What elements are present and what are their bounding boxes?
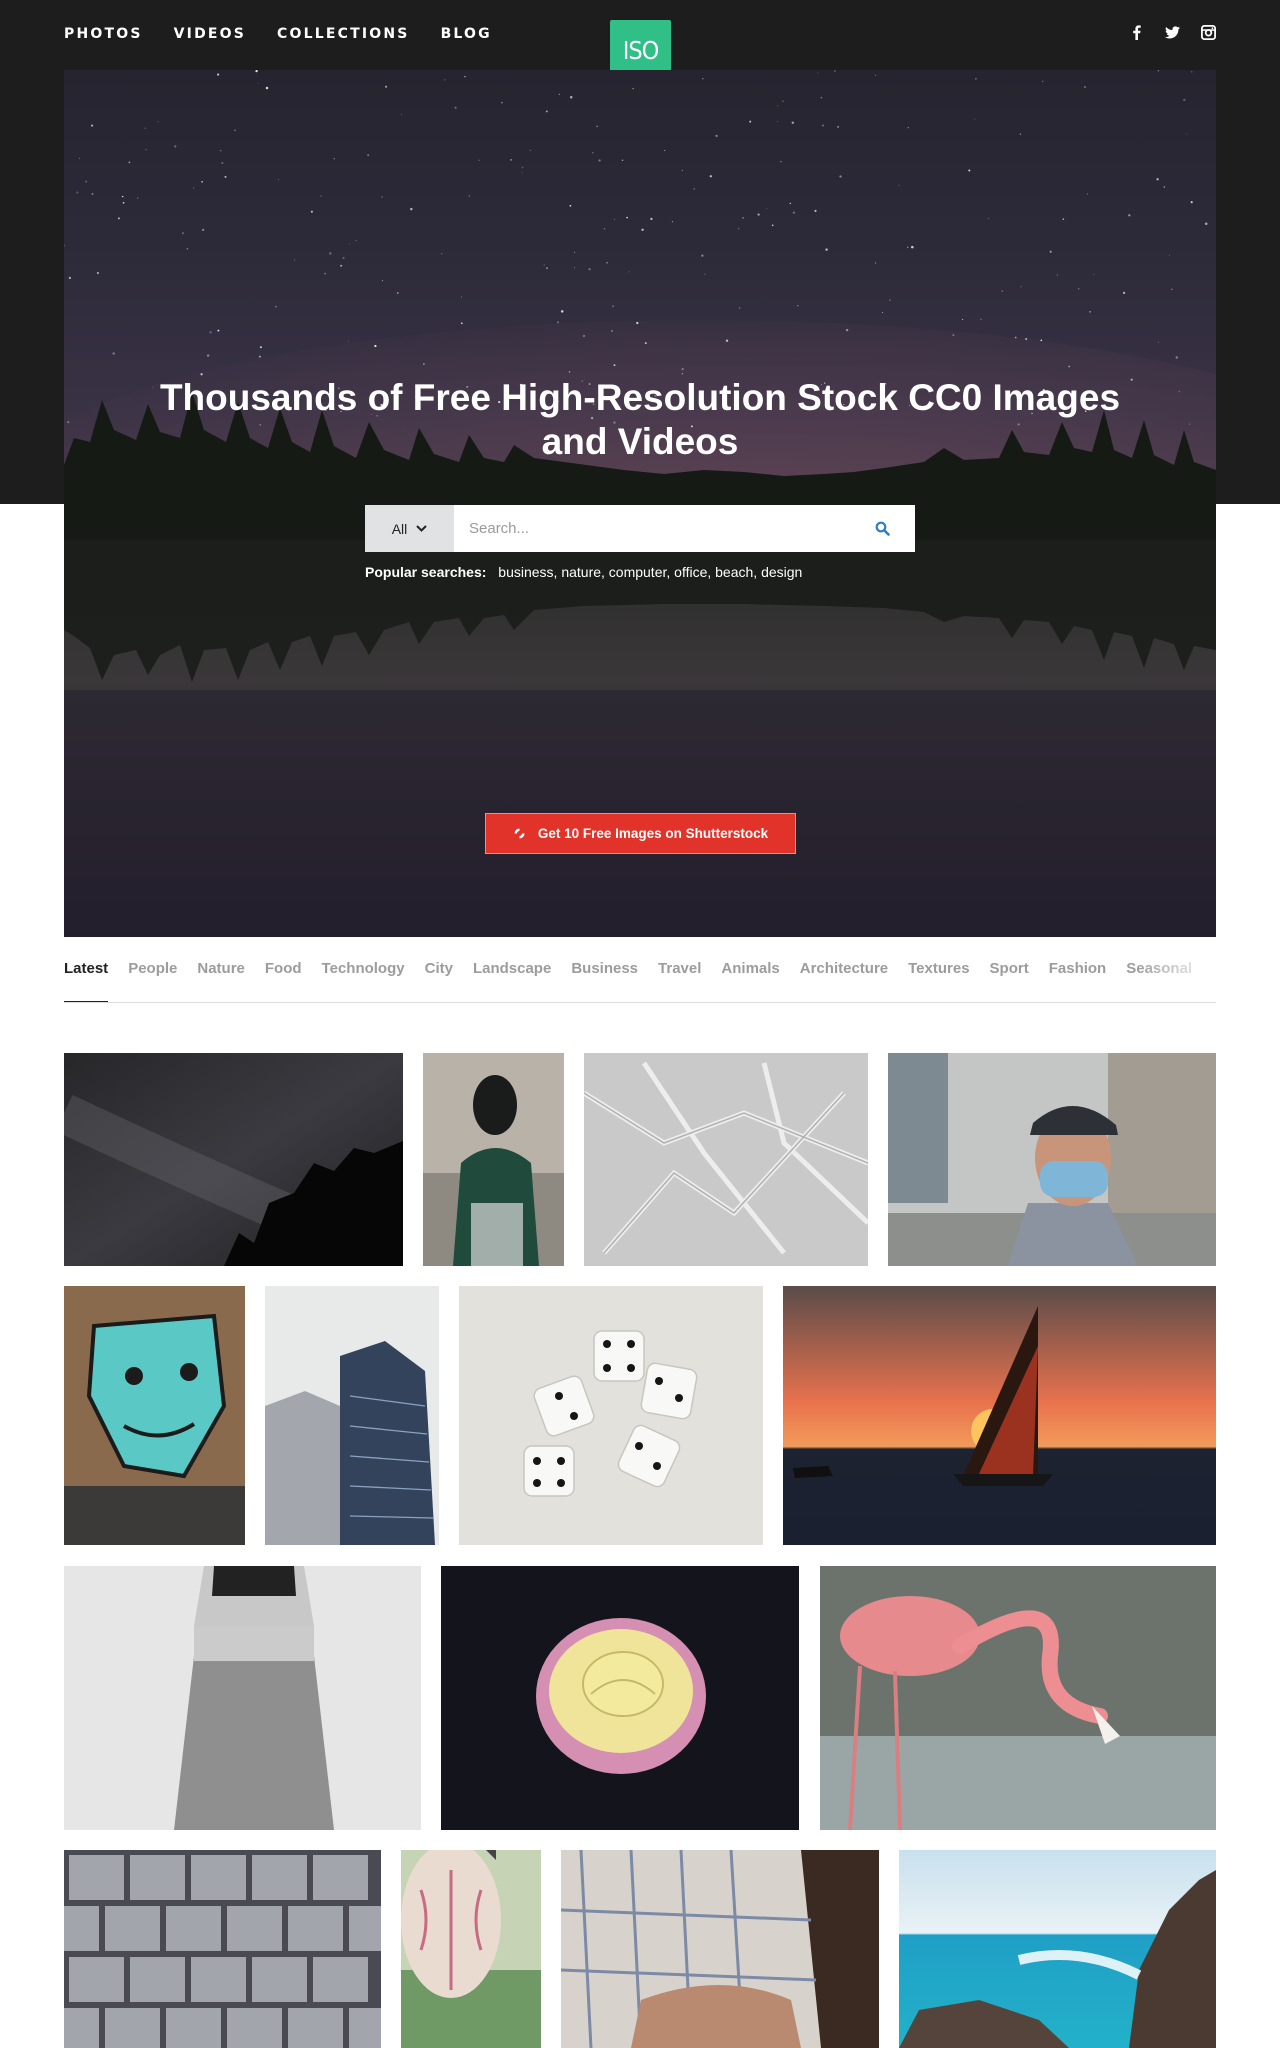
photo-paper-lantern[interactable] xyxy=(401,1850,541,2048)
twitter-icon[interactable] xyxy=(1165,24,1180,41)
nav-blog[interactable]: BLOG xyxy=(441,26,492,42)
tab-latest[interactable]: Latest xyxy=(64,959,109,1002)
nav-videos[interactable]: VIDEOS xyxy=(174,26,246,42)
nav-collections[interactable]: COLLECTIONS xyxy=(277,26,410,42)
popular-searches-terms[interactable]: business, nature, computer, office, beac… xyxy=(498,564,802,580)
photo-frosted-branches[interactable] xyxy=(584,1053,868,1266)
hero-title: Thousands of Free High-Resolution Stock … xyxy=(159,377,1121,462)
photo-ocean-rocks[interactable] xyxy=(899,1850,1216,2048)
tab-textures[interactable]: Textures xyxy=(908,959,969,1002)
photo-dice[interactable] xyxy=(459,1286,763,1545)
popular-searches-label: Popular searches: xyxy=(365,564,487,580)
tab-city[interactable]: City xyxy=(425,959,453,1002)
instagram-icon[interactable] xyxy=(1201,24,1216,41)
tab-architecture[interactable]: Architecture xyxy=(800,959,888,1002)
photo-starry-sky[interactable] xyxy=(64,1053,403,1266)
photo-paving-tiles[interactable] xyxy=(64,1850,381,2048)
photo-flamingo[interactable] xyxy=(820,1566,1216,1830)
search-button[interactable] xyxy=(849,505,915,552)
tab-landscape[interactable]: Landscape xyxy=(473,959,551,1002)
photo-yellow-rose[interactable] xyxy=(441,1566,799,1830)
tab-animals[interactable]: Animals xyxy=(721,959,779,1002)
shutterstock-cta-button[interactable]: Get 10 Free Images on Shutterstock xyxy=(485,813,796,854)
facebook-icon[interactable] xyxy=(1129,24,1144,41)
night-sky-image xyxy=(64,70,1216,937)
main-nav: PHOTOS VIDEOS COLLECTIONS BLOG xyxy=(64,26,492,42)
photo-woman-jeans[interactable] xyxy=(64,1566,421,1830)
photo-sailboat-sunset[interactable] xyxy=(783,1286,1216,1545)
search-icon xyxy=(875,521,890,536)
cta-label: Get 10 Free Images on Shutterstock xyxy=(537,826,769,841)
hero-banner: Thousands of Free High-Resolution Stock … xyxy=(64,70,1216,937)
popular-searches: Popular searches: business, nature, comp… xyxy=(365,564,802,580)
search-category-select[interactable]: All xyxy=(365,505,454,552)
tab-sport[interactable]: Sport xyxy=(990,959,1029,1002)
search-category-label: All xyxy=(391,520,408,537)
tab-nature[interactable]: Nature xyxy=(197,959,245,1002)
tab-business[interactable]: Business xyxy=(571,959,638,1002)
photo-man-face-mask[interactable] xyxy=(888,1053,1216,1266)
social-links xyxy=(1129,24,1216,41)
nav-photos[interactable]: PHOTOS xyxy=(64,26,143,42)
tab-fashion[interactable]: Fashion xyxy=(1049,959,1107,1002)
search-bar: All xyxy=(365,505,915,552)
tab-food[interactable]: Food xyxy=(265,959,302,1002)
photo-woman-green-sweater[interactable] xyxy=(423,1053,564,1266)
tab-technology[interactable]: Technology xyxy=(322,959,405,1002)
chevron-down-icon xyxy=(416,525,427,532)
photo-bed-sheets[interactable] xyxy=(561,1850,879,2048)
photo-graffiti-wall[interactable] xyxy=(64,1286,245,1545)
tab-seasonal[interactable]: Seasonal xyxy=(1126,959,1192,1002)
search-input[interactable] xyxy=(454,505,849,552)
photo-skyscrapers[interactable] xyxy=(265,1286,439,1545)
tab-travel[interactable]: Travel xyxy=(658,959,701,1002)
shutterstock-icon xyxy=(514,828,525,839)
category-tabs: Latest People Nature Food Technology Cit… xyxy=(64,959,1216,1003)
tab-people[interactable]: People xyxy=(128,959,177,1002)
